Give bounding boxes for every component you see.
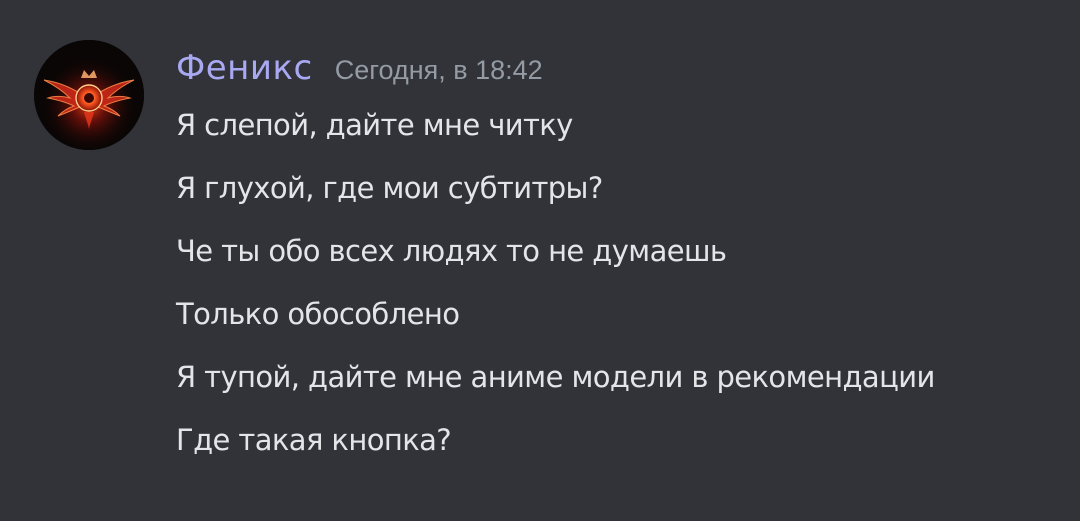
chat-message-group: Феникс Сегодня, в 18:42 Я слепой, дайте … (0, 0, 1080, 521)
message-line: Где такая кнопка? (176, 423, 452, 457)
message-line: Только обособлено (176, 297, 460, 331)
message-line: Че ты обо всех людях то не думаешь (176, 234, 727, 268)
author-username[interactable]: Феникс (176, 48, 313, 88)
message-line: Я слепой, дайте мне читку (176, 108, 573, 142)
message-header: Феникс Сегодня, в 18:42 (176, 48, 543, 96)
phoenix-emblem-icon (34, 40, 144, 150)
message-line: Я тупой, дайте мне аниме модели в рекоме… (176, 360, 935, 394)
message-timestamp[interactable]: Сегодня, в 18:42 (335, 55, 543, 86)
user-avatar[interactable] (34, 40, 144, 150)
message-line: Я глухой, где мои субтитры? (176, 171, 603, 205)
